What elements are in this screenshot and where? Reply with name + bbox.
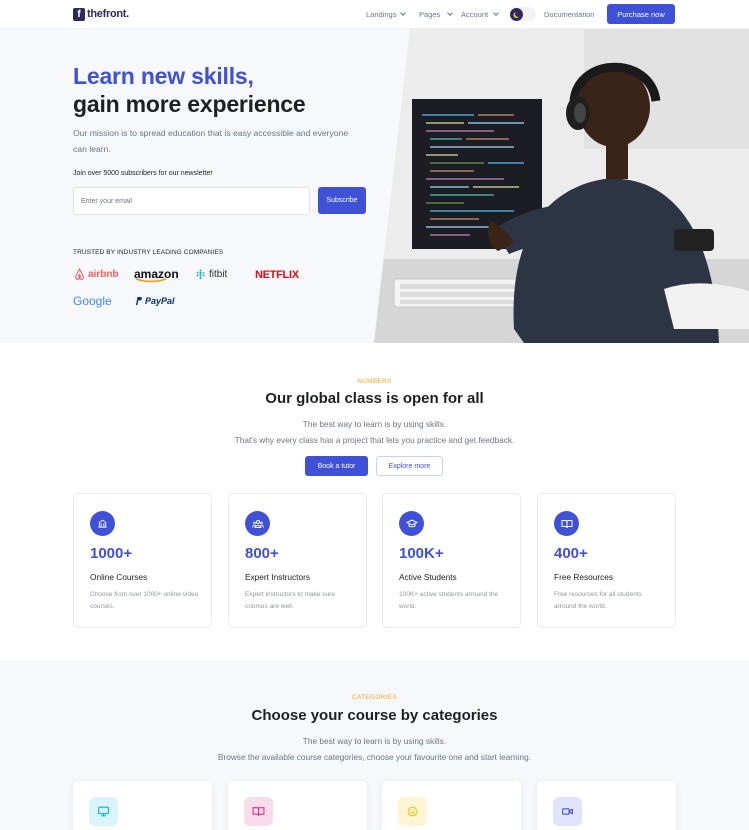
airbnb-logo: airbnb — [73, 268, 119, 281]
library-icon — [90, 511, 115, 536]
stat-value: 100K+ — [399, 545, 444, 562]
nav-pages[interactable]: Pages — [419, 10, 454, 19]
amazon-smile-icon — [135, 278, 167, 283]
theme-toggle[interactable] — [509, 7, 536, 21]
stat-label: Online Courses — [90, 572, 148, 582]
nav-pages-label: Pages — [419, 10, 441, 19]
stat-description: Expert instructors to make sure courses … — [245, 591, 335, 610]
logo-mark: f — [73, 7, 85, 21]
google-text: Google — [73, 294, 112, 308]
nav-account-label: Account — [461, 10, 489, 19]
paypal-text: PayPal — [145, 296, 175, 306]
theme-toggle-knob — [510, 8, 523, 21]
numbers-title: Our global class is open for all — [265, 390, 484, 407]
video-camera-icon — [553, 797, 582, 826]
stat-label: Free Resources — [554, 572, 614, 582]
email-input[interactable]: Enter your email — [73, 187, 310, 215]
numbers-subtitle-line2: That's why every class has a project tha… — [234, 435, 515, 445]
email-placeholder: Enter your email — [81, 197, 132, 205]
nav-landings-label: Landings — [366, 10, 397, 19]
stat-card-active-students: 100K+ Active Students 100K+ active stude… — [382, 493, 521, 628]
chevron-down-icon — [400, 10, 407, 16]
hero-title-line1: Learn new skills, — [73, 63, 254, 89]
google-logo: Google — [73, 294, 112, 308]
paypal-logo: PayPal — [134, 296, 175, 306]
hero-image — [374, 29, 749, 343]
student-at-computer-illustration — [374, 29, 749, 343]
hero-title: Learn new skills, gain more experience — [73, 62, 306, 118]
numbers-eyebrow: NUMBERS — [357, 378, 392, 385]
subscribe-button[interactable]: Subscribe — [318, 187, 366, 214]
category-card[interactable] — [73, 781, 212, 830]
categories-subtitle-line1: The best way to learn is by using skills… — [302, 736, 447, 746]
stat-description: Free resources for all students arround … — [554, 591, 642, 610]
numbers-subtitle-line1: The best way to learn is by using skills… — [302, 419, 447, 429]
purchase-now-button[interactable]: Purchase now — [607, 4, 675, 24]
amazon-logo: amazon — [134, 267, 179, 283]
paypal-icon — [136, 297, 142, 305]
hero-subtitle: Our mission is to spread education that … — [73, 128, 349, 154]
fitbit-logo: fitbit — [195, 269, 227, 280]
netflix-logo: NETFLIX — [255, 269, 299, 281]
chevron-down-icon — [447, 10, 454, 16]
nav-landings[interactable]: Landings — [366, 10, 407, 19]
categories-subtitle-line2: Browse the available course categories, … — [217, 752, 532, 762]
nav-account[interactable]: Account — [461, 10, 499, 19]
stat-value: 800+ — [245, 545, 279, 562]
chevron-down-icon — [493, 10, 499, 16]
explore-more-button[interactable]: Explore more — [376, 456, 443, 476]
fitbit-icon — [196, 269, 205, 279]
stat-description: Choose from over 1000+ online video cour… — [90, 591, 199, 610]
stat-card-free-resources: 400+ Free Resources Free resources for a… — [537, 493, 676, 628]
moon-icon — [515, 11, 521, 17]
category-card[interactable] — [537, 781, 676, 830]
category-card[interactable] — [228, 781, 367, 830]
netflix-text: NETFLIX — [255, 269, 299, 281]
fitbit-text: fitbit — [209, 269, 228, 280]
stat-value: 1000+ — [90, 545, 133, 562]
newsletter-caption: Join over 5000 subscribers for our newsl… — [73, 170, 213, 177]
monitor-icon — [89, 797, 118, 826]
hero-title-line2: gain more experience — [73, 91, 306, 117]
categories-title: Choose your course by categories — [251, 707, 498, 724]
nav-documentation[interactable]: Documentation — [544, 10, 594, 19]
logo[interactable]: f thefront. — [73, 7, 129, 21]
stat-value: 400+ — [554, 545, 588, 562]
stat-label: Active Students — [399, 572, 457, 582]
stat-card-online-courses: 1000+ Online Courses Choose from over 10… — [73, 493, 212, 628]
book-open-icon — [554, 511, 579, 536]
top-navbar: f thefront. Landings Pages Account Docum… — [0, 0, 749, 29]
users-icon — [245, 511, 270, 536]
stat-label: Expert Instructors — [245, 572, 311, 582]
logo-text: thefront. — [87, 8, 129, 20]
airbnb-text: airbnb — [88, 269, 119, 280]
trusted-by-label: TRUSTED BY INDUSTRY LEADING COMPANIES — [73, 249, 224, 256]
categories-eyebrow: CATEGORIES — [351, 694, 398, 701]
stat-description: 100K+ active students arround the world. — [399, 591, 499, 610]
book-a-tutor-button[interactable]: Book a tutor — [305, 456, 368, 476]
airbnb-icon — [75, 268, 84, 280]
graduation-cap-icon — [399, 511, 424, 536]
book-icon — [244, 797, 273, 826]
happy-face-icon — [398, 797, 427, 826]
stat-card-expert-instructors: 800+ Expert Instructors Expert instructo… — [228, 493, 367, 628]
hero-section: Learn new skills, gain more experience O… — [0, 29, 749, 343]
category-card[interactable] — [382, 781, 521, 830]
